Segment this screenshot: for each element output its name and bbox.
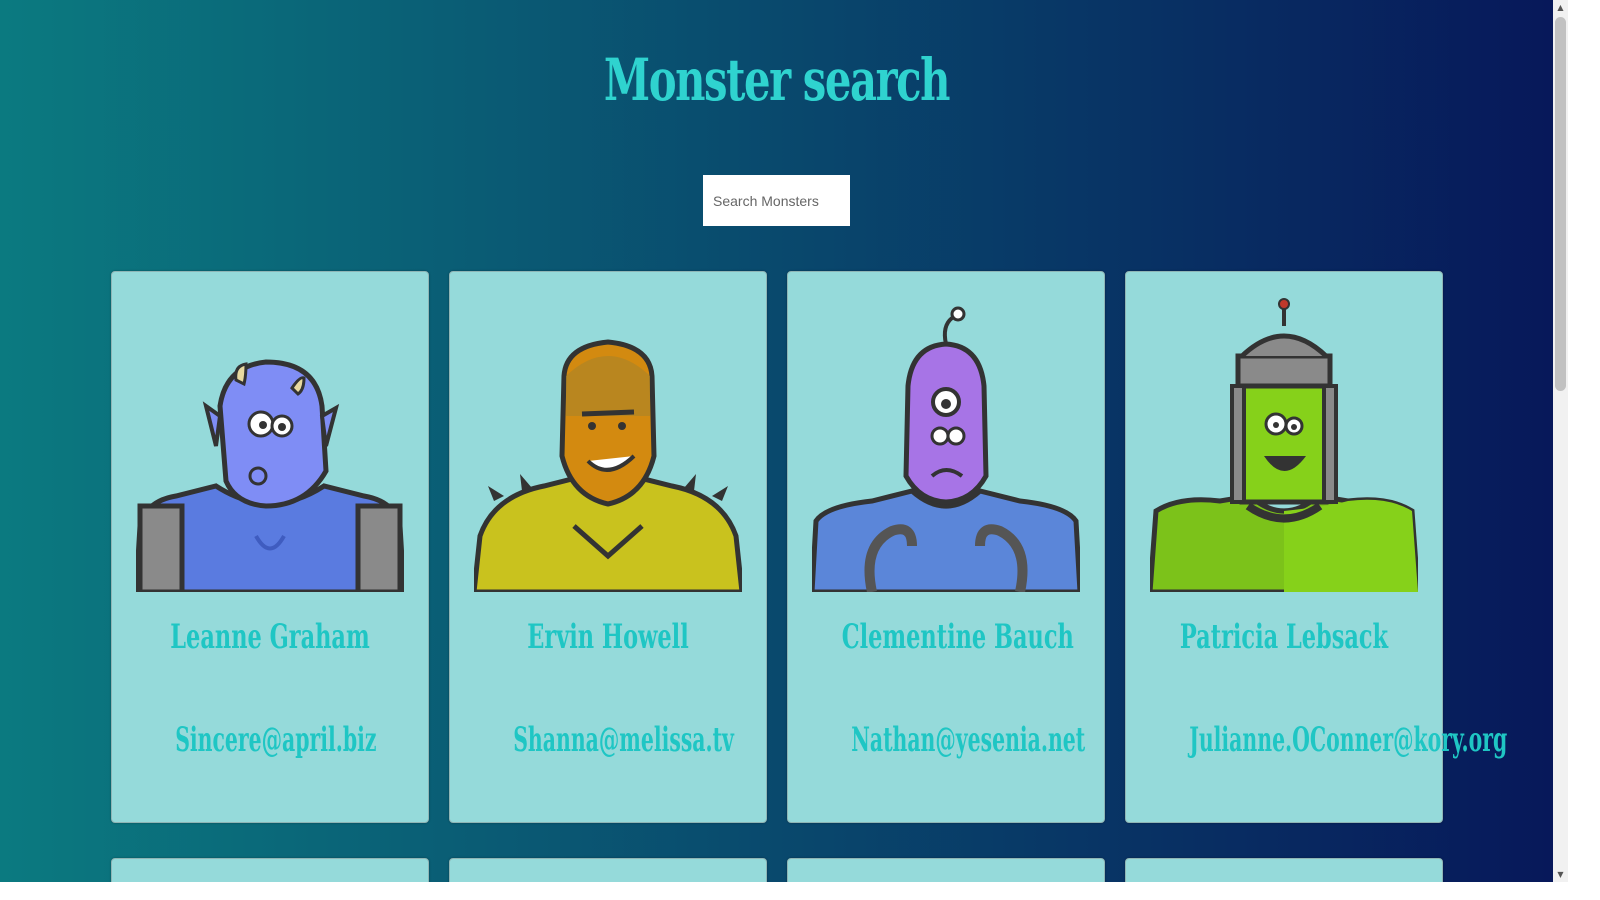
scrollbar-thumb[interactable]: [1555, 17, 1566, 391]
monster-email: Shanna@melissa.tv: [513, 720, 734, 760]
monster-card[interactable]: Leanne Graham Sincere@april.biz: [111, 271, 429, 823]
search-input[interactable]: [703, 175, 850, 226]
page-title: Monster search: [603, 46, 951, 114]
monster-name: Ervin Howell: [527, 617, 689, 657]
scroll-down-icon[interactable]: ▼: [1553, 867, 1568, 882]
scroll-up-icon[interactable]: ▲: [1553, 0, 1568, 15]
monster-email: Nathan@yesenia.net: [851, 720, 1086, 760]
monster-card[interactable]: [111, 858, 429, 882]
monster-email: Sincere@april.biz: [175, 720, 377, 760]
monster-card[interactable]: Clementine Bauch Nathan@yesenia.net: [787, 271, 1105, 823]
monster-name: Clementine Bauch: [841, 617, 1074, 657]
monster-card[interactable]: Patricia Lebsack Julianne.OConner@kory.o…: [1125, 271, 1508, 823]
monster-email: Julianne.OConner@kory.org: [1189, 720, 1508, 760]
vertical-scrollbar[interactable]: ▲ ▼: [1553, 0, 1568, 882]
page-background: Monster search Leanne Graham Si: [0, 0, 1553, 882]
monster-name: Leanne Graham: [170, 617, 370, 657]
monster-image: [136, 359, 404, 592]
monster-card[interactable]: [787, 858, 1105, 882]
monster-name: Patricia Lebsack: [1179, 617, 1389, 657]
monster-image: [474, 339, 742, 592]
monster-card[interactable]: Ervin Howell Shanna@melissa.tv: [449, 271, 767, 823]
monster-image: [1150, 298, 1418, 592]
monster-card[interactable]: [449, 858, 767, 882]
monster-card[interactable]: [1125, 858, 1443, 882]
monster-image: [812, 306, 1080, 592]
